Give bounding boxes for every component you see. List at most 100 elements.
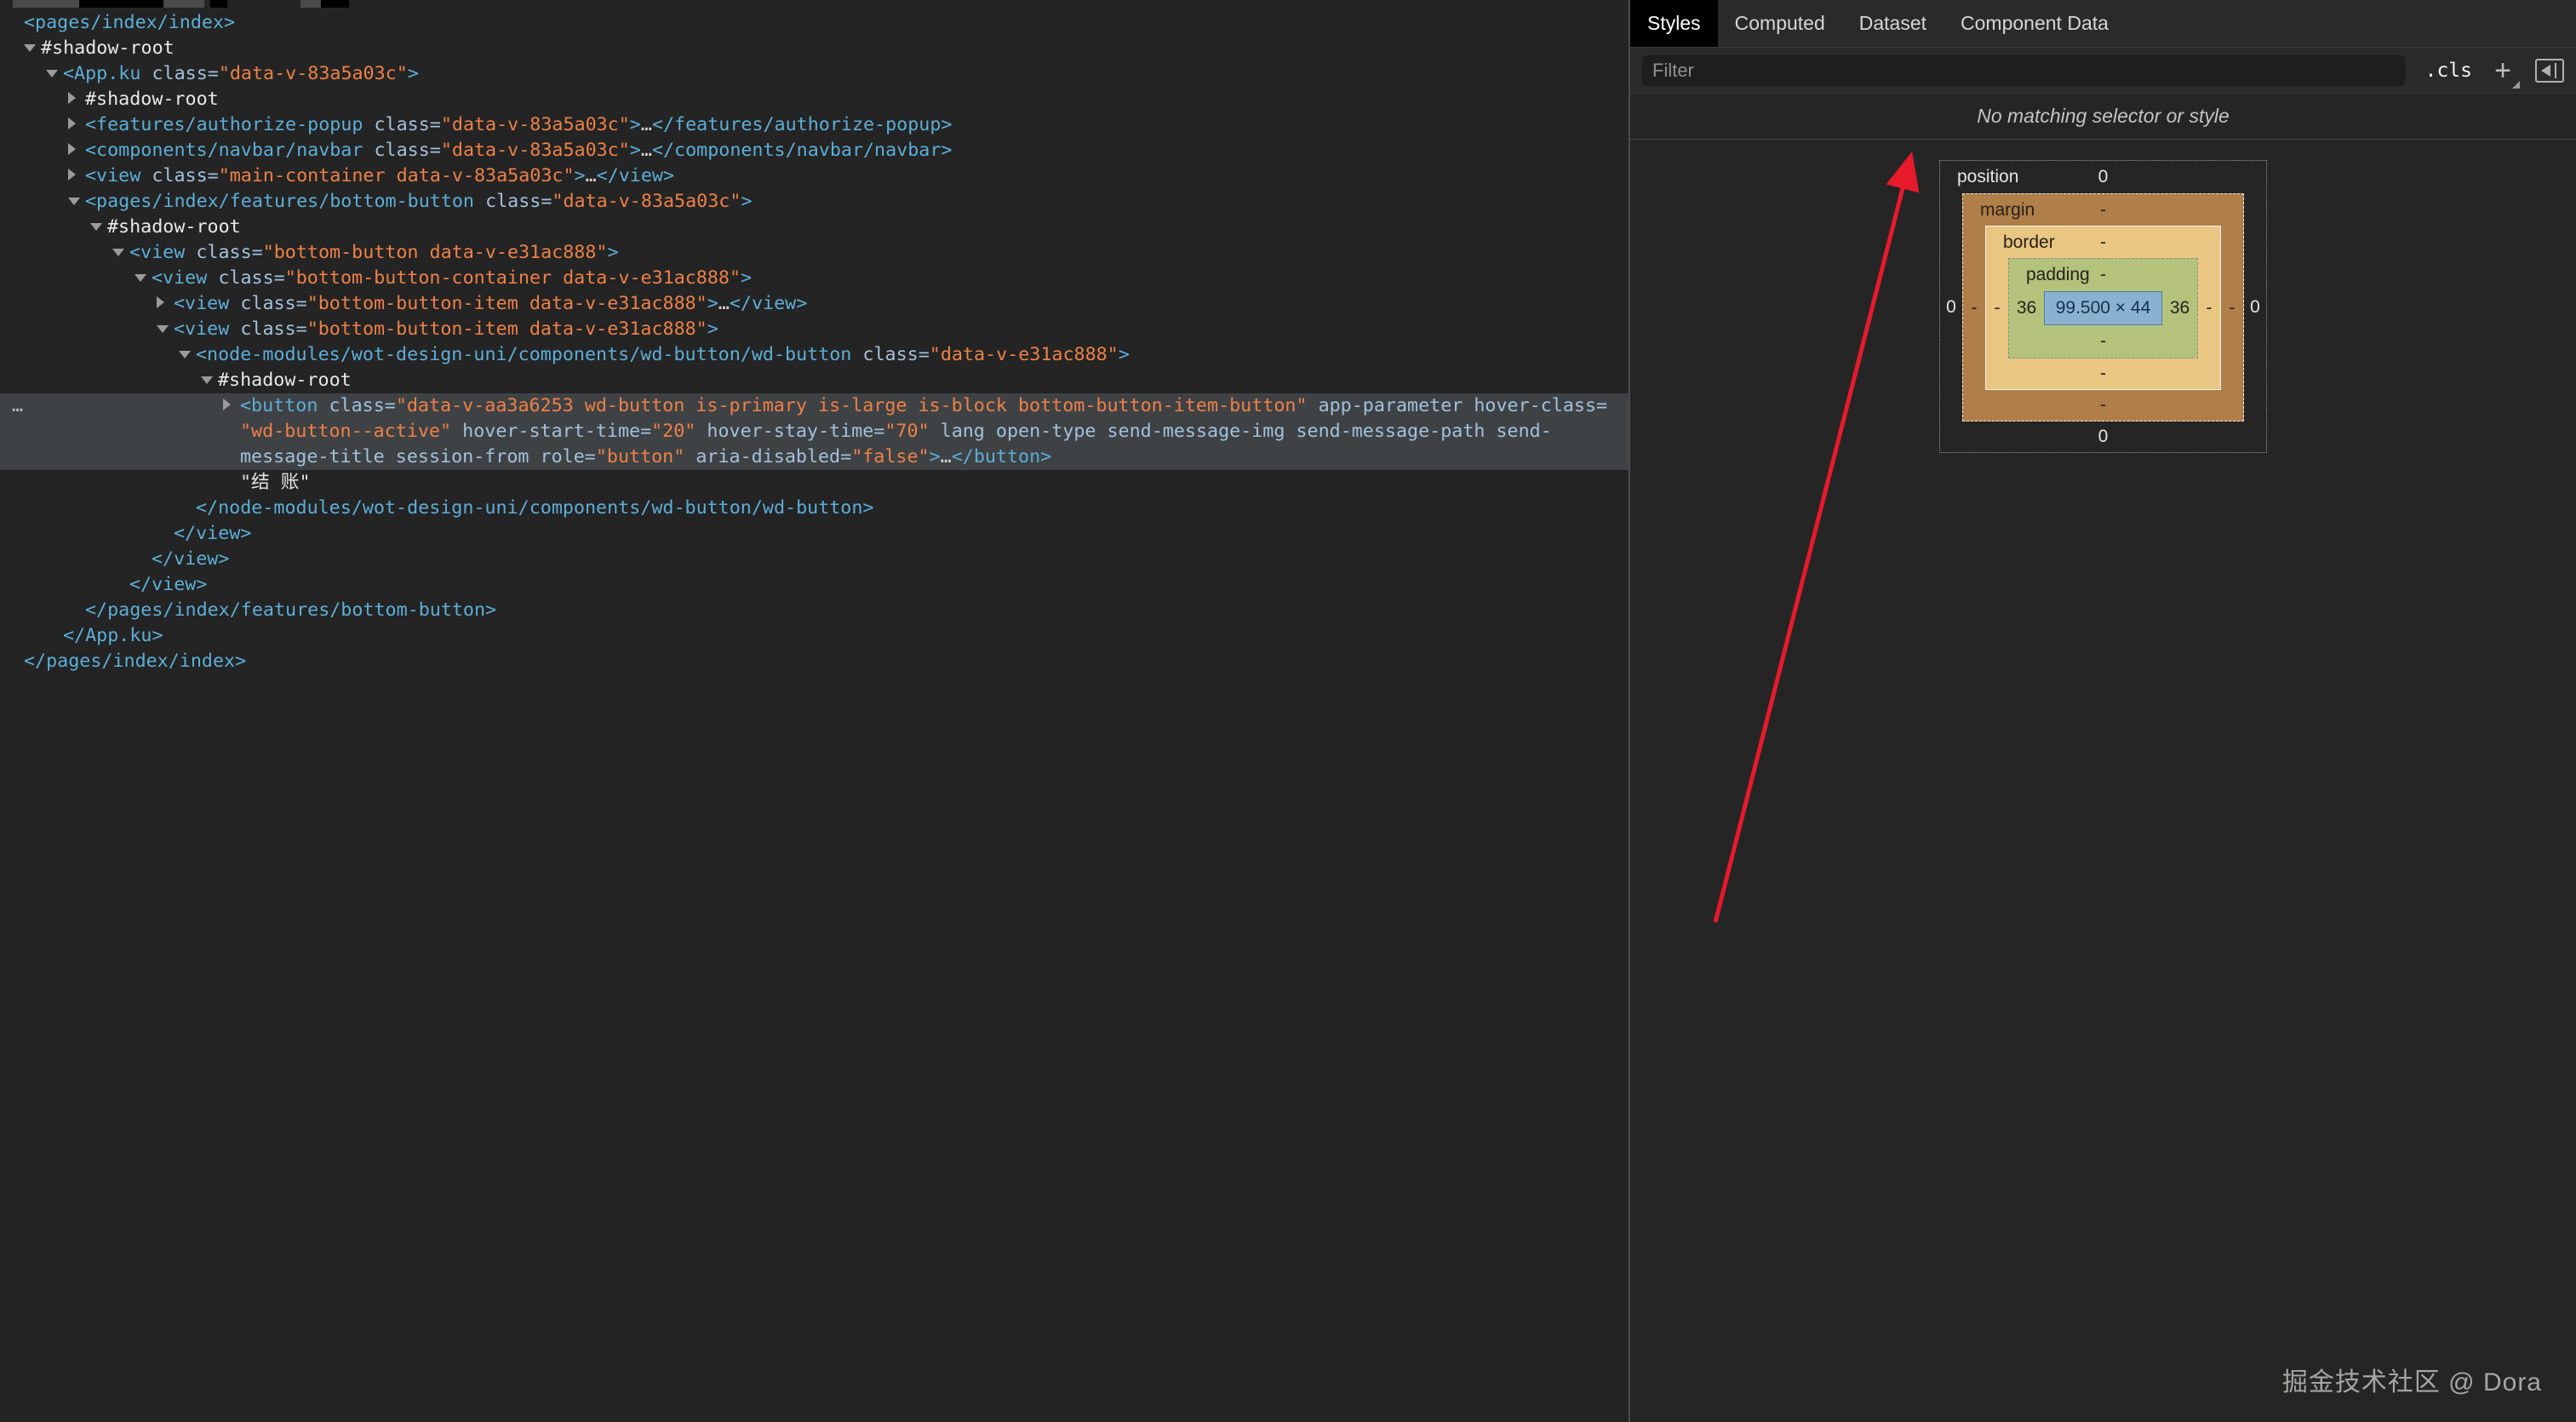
code-segment-tag: > [1119, 344, 1130, 365]
tree-row[interactable]: </view> [0, 521, 1629, 547]
tree-row[interactable]: <view class="bottom-button-item data-v-e… [0, 291, 1629, 317]
tree-row[interactable]: <view class="bottom-button-container dat… [0, 266, 1629, 291]
code-segment-attr: role= [541, 446, 596, 467]
code-segment-plain [684, 446, 696, 467]
tree-row[interactable]: </pages/index/features/bottom-button> [0, 598, 1629, 623]
tree-row[interactable]: </pages/index/index> [0, 649, 1629, 674]
triangle-glyph [46, 70, 58, 77]
tree-row[interactable]: </node-modules/wot-design-uni/components… [0, 496, 1629, 521]
tree-row[interactable]: <pages/index/features/bottom-button clas… [0, 189, 1629, 215]
padding-left-value: 36 [2009, 298, 2044, 318]
tree-row[interactable]: "结 账" [0, 470, 1629, 496]
code-segment-val: "bottom-button-item data-v-e31ac888" [307, 318, 707, 340]
expand-arrow-down-icon[interactable] [24, 36, 41, 61]
expand-arrow-right-icon[interactable] [157, 291, 174, 317]
code-segment-shadow: #shadow-root [85, 89, 219, 110]
tree-row-selected[interactable]: "wd-button--active" hover-start-time="20… [0, 419, 1629, 444]
code-segment-val: "70" [884, 421, 929, 442]
triangle-glyph [223, 399, 231, 410]
tree-row[interactable]: <view class="main-container data-v-83a5a… [0, 163, 1629, 189]
tab-component-data[interactable]: Component Data [1943, 0, 2126, 47]
expand-arrow-down-icon[interactable] [179, 342, 196, 368]
expand-arrow-down-icon[interactable] [112, 240, 129, 266]
box-model-border-ring[interactable]: border - - padding - [1985, 226, 2221, 390]
tree-row[interactable]: #shadow-root [0, 36, 1629, 61]
box-model-margin-ring[interactable]: margin - - border - - [1962, 193, 2244, 421]
code-segment-attr: hover-class= [1474, 395, 1607, 416]
no-match-row: No matching selector or style [1630, 94, 2576, 140]
expand-arrow-down-icon[interactable] [90, 215, 107, 240]
code-segment-val: "data-v-83a5a03c" [441, 140, 630, 161]
style-filter-input[interactable] [1642, 55, 2405, 86]
tab-dataset[interactable]: Dataset [1842, 0, 1943, 47]
triangle-glyph [179, 351, 191, 358]
position-right-value: 0 [2244, 297, 2266, 318]
code-segment-attr: hover-start-time= [462, 421, 651, 442]
code-segment-tag: <features/authorize-popup [85, 114, 374, 135]
code-segment-text: "结 账" [240, 472, 311, 493]
tree-row[interactable]: <view class="bottom-button-item data-v-e… [0, 317, 1629, 342]
code-segment-val: "data-v-aa3a6253 wd-button is-primary is… [396, 395, 1308, 416]
margin-top-value: - [2100, 200, 2106, 221]
elements-panel: <pages/index/index>#shadow-root<App.ku c… [0, 0, 1629, 1422]
code-segment-attr: class= [485, 191, 552, 212]
code-segment-shadow: #shadow-root [218, 370, 352, 391]
expand-arrow-right-icon[interactable] [223, 393, 240, 419]
tree-row[interactable]: #shadow-root [0, 368, 1629, 393]
tree-row[interactable]: <node-modules/wot-design-uni/components/… [0, 342, 1629, 368]
code-segment-tag: > [408, 63, 419, 84]
triangle-glyph [157, 296, 164, 308]
expand-arrow-down-icon[interactable] [68, 189, 85, 215]
expand-arrow-right-icon[interactable] [68, 163, 85, 189]
code-segment-tag: > [741, 191, 752, 212]
expand-arrow-right-icon[interactable] [68, 112, 85, 138]
row-options-ellipsis-icon[interactable]: … [12, 393, 25, 419]
expand-arrow-right-icon[interactable] [68, 87, 85, 112]
box-model-content[interactable]: 99.500 × 44 [2044, 291, 2162, 325]
triangle-glyph [90, 223, 102, 231]
dom-tree: <pages/index/index>#shadow-root<App.ku c… [0, 10, 1629, 674]
tree-row[interactable]: </view> [0, 547, 1629, 572]
code-segment-tag: <view [174, 293, 240, 314]
tree-row-selected[interactable]: message-title session-from role="button"… [0, 444, 1629, 470]
tree-row[interactable]: #shadow-root [0, 87, 1629, 112]
expand-arrow-down-icon[interactable] [201, 368, 218, 393]
box-model-position-ring[interactable]: position 0 0 margin - - border - [1939, 160, 2267, 453]
code-segment-tag: <view [129, 242, 196, 263]
top-strip-segment [210, 0, 227, 8]
tree-row[interactable]: </view> [0, 572, 1629, 598]
code-segment-tag: <view [152, 267, 218, 289]
top-strip-segment [321, 0, 349, 8]
expand-arrow-down-icon[interactable] [46, 61, 63, 87]
triangle-glyph [157, 325, 169, 333]
styles-sidebar: Styles Computed Dataset Component Data .… [1630, 0, 2576, 1422]
code-segment-tag: > [930, 446, 941, 467]
code-segment-attr: class= [240, 293, 306, 314]
code-segment-tag: </App.ku> [63, 625, 163, 646]
code-segment-plain [930, 421, 941, 442]
tree-row-selected[interactable]: …<button class="data-v-aa3a6253 wd-butto… [0, 393, 1629, 419]
tree-row[interactable]: </App.ku> [0, 623, 1629, 649]
margin-bottom-value: - [1963, 390, 2243, 421]
expand-arrow-right-icon[interactable] [68, 138, 85, 163]
element-classes-button[interactable]: .cls [2425, 60, 2472, 82]
tree-row[interactable]: <components/navbar/navbar class="data-v-… [0, 138, 1629, 163]
expand-arrow-down-icon[interactable] [135, 266, 152, 291]
new-style-rule-button[interactable]: + [2487, 56, 2518, 85]
padding-right-value: 36 [2162, 298, 2197, 318]
margin-right-value: - [2221, 298, 2243, 318]
code-segment-tag: <view [174, 318, 240, 340]
dock-sidebar-left-icon[interactable] [2535, 59, 2564, 83]
tree-row[interactable]: #shadow-root [0, 215, 1629, 240]
tab-computed[interactable]: Computed [1718, 0, 1842, 47]
tree-row[interactable]: <features/authorize-popup class="data-v-… [0, 112, 1629, 138]
expand-arrow-down-icon[interactable] [157, 317, 174, 342]
box-model-padding-ring[interactable]: padding - 36 99.500 × 44 36 - [2008, 258, 2198, 358]
tab-styles[interactable]: Styles [1630, 0, 1718, 47]
triangle-glyph [112, 249, 124, 256]
padding-label: padding [2026, 265, 2090, 285]
tree-row[interactable]: <view class="bottom-button data-v-e31ac8… [0, 240, 1629, 266]
tree-row[interactable]: <pages/index/index> [0, 10, 1629, 36]
code-segment-attr: class= [374, 140, 440, 161]
tree-row[interactable]: <App.ku class="data-v-83a5a03c"> [0, 61, 1629, 87]
